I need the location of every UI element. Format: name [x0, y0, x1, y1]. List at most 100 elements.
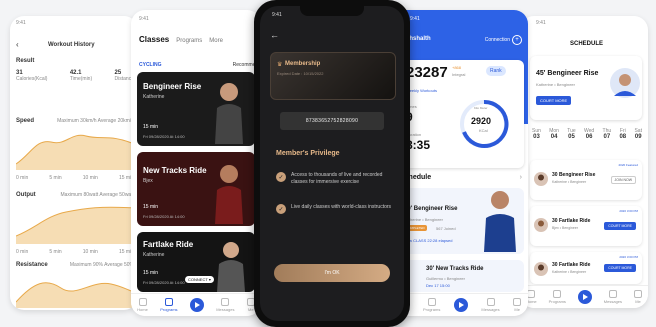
class-title: Bengineer Rise [143, 82, 202, 91]
home-icon [138, 298, 147, 306]
class-date: Fri 09/28/2020 At 14:00 [143, 280, 185, 285]
day-sun[interactable]: Sun 03 [532, 128, 541, 140]
speed-section: Speed Maximum 30km/h Average 20km/h 0 min… [15, 118, 135, 181]
status-time: 9:41 [16, 20, 26, 26]
filter-cycling[interactable]: CYCLING [139, 62, 162, 68]
programs-icon [427, 298, 436, 306]
schedule-item[interactable]: 2020 Featured 30 Bengineer Rise Katherin… [530, 160, 642, 200]
membership-label: Membership [285, 61, 321, 67]
tab-programs[interactable]: Programs [176, 38, 202, 44]
hero-title: 45' Bengineer Rise [536, 70, 599, 77]
privilege-item: ✓ Access to thousands of live and record… [276, 172, 394, 185]
status-time: 9:41 [139, 16, 149, 22]
schedule-card[interactable]: 30' Bengineer Rise Katherine • Bengineer… [400, 188, 524, 254]
back-icon[interactable]: ‹ [16, 40, 19, 49]
privilege-title: Member's Privilege [276, 150, 340, 157]
play-button[interactable] [189, 298, 204, 312]
tab-more[interactable]: More [209, 38, 223, 44]
tab-classes[interactable]: Classes [139, 35, 169, 44]
nav-messages[interactable]: Messages [604, 290, 622, 304]
phone-workout-history: 9:41 ‹ Workout History Result 31 Calories… [10, 16, 138, 310]
hero-card[interactable]: 45' Bengineer Rise Katherine • Bengineer… [530, 56, 642, 120]
schedule-item-title: 30 Fartlake Ride [552, 262, 591, 268]
phone-membership: 9:41 ← ♛ Membership Expired Date : 10/15… [254, 0, 410, 327]
axis-2: 10 min [82, 249, 98, 255]
schedule-item[interactable]: 2020 3:00 PM 30 Fartlake Ride Katherine … [530, 252, 642, 284]
play-button[interactable] [577, 290, 592, 304]
day-fri[interactable]: Fri 08 [619, 128, 626, 140]
nav-me[interactable]: Me [513, 298, 522, 312]
messages-icon [486, 298, 495, 306]
connect-button[interactable]: CONNECT ▾ [185, 276, 214, 283]
rank-badge[interactable]: Rank [486, 66, 506, 76]
stats-panel: 23287 +868 Integral Rank Weekly Workouts… [400, 60, 524, 168]
hero-coach: Katherine • Bengineer [536, 82, 575, 87]
class-tabs: Classes Programs More [139, 35, 223, 44]
kcal-unit: KCal [479, 128, 488, 133]
court-more-button[interactable]: COURT MORE [604, 264, 636, 272]
class-title: Fartlake Ride [143, 240, 194, 249]
back-icon[interactable]: ← [270, 30, 279, 40]
nav-messages[interactable]: Messages [216, 298, 234, 312]
day-tue[interactable]: Tue 05 [567, 128, 575, 140]
court-more-button[interactable]: COURT MORE [536, 96, 572, 105]
day-wed[interactable]: Wed 06 [584, 128, 594, 140]
nav-programs[interactable]: Programs [160, 298, 178, 312]
output-section: Output Maximum 80watt Average 50watt 0 mi… [15, 192, 135, 255]
play-icon [458, 302, 464, 308]
expired-date: Expired Date : 10/15/2022 [277, 71, 324, 76]
speed-chart [15, 134, 135, 170]
status-time: 9:41 [536, 20, 546, 26]
class-card[interactable]: Bengineer Rise Katherine 15 min Fri 09/2… [137, 72, 255, 146]
axis-1: 5 min [49, 249, 62, 255]
schedule-card[interactable]: 30' New Tracks Ride Guillermo • Benginee… [400, 260, 524, 292]
resistance-section: Resistance Maximum 90% Average 50% [15, 262, 135, 310]
status-time: 9:41 [272, 12, 282, 18]
check-icon: ✓ [276, 204, 286, 214]
phone-classes: 9:41 Classes Programs More CYCLING Recom… [131, 10, 261, 316]
integral-label: Integral [452, 72, 466, 77]
day-sat[interactable]: Sat 09 [634, 128, 642, 140]
joined-count: 567 Joined [436, 226, 456, 231]
schedule-card-coach: Guillermo • Bengineer [426, 276, 465, 281]
nav-programs[interactable]: Programs [549, 290, 566, 304]
add-icon: + [512, 35, 522, 45]
coach-avatar [610, 68, 640, 98]
class-card[interactable]: Fartlake Ride Katherine 15 min Fri 09/28… [137, 232, 255, 292]
schedule-card-date: Dec 17 15:00 [426, 283, 450, 288]
schedule-item-date: 2020 3:00 PM [619, 255, 638, 259]
page-title: Workout History [48, 42, 95, 48]
day-thu[interactable]: Thu 07 [603, 128, 612, 140]
result-label: Result [16, 58, 35, 64]
day-mon[interactable]: Mon 04 [549, 128, 559, 140]
schedule-more-icon[interactable]: › [520, 174, 522, 181]
ok-button[interactable]: I'm OK [274, 264, 390, 282]
axis-1: 5 min [49, 175, 62, 181]
phone-schedule: 9:41 SCHEDULE 45' Bengineer Rise Katheri… [520, 16, 648, 308]
page-title: SCHEDULE [570, 41, 604, 47]
crown-icon: ♛ [277, 62, 283, 68]
court-more-button[interactable]: COURT MORE [604, 222, 636, 230]
nav-me[interactable]: Me [633, 290, 642, 304]
class-duration: 15 min [143, 204, 159, 210]
nav-programs[interactable]: Programs [423, 298, 440, 312]
schedule-item-coach: Bjex • Bengineer [552, 226, 578, 230]
connection-button[interactable]: Connection + [485, 35, 522, 45]
nav-messages[interactable]: Messages [481, 298, 500, 312]
schedule-item[interactable]: 2020 3:00 PM 30 Fartlake Ride Bjex • Ben… [530, 206, 642, 246]
play-button[interactable] [453, 298, 468, 312]
join-now-button[interactable]: JOIN NOW [610, 176, 636, 184]
class-card[interactable]: New Tracks Ride Bjex 15 min Fri 09/28/20… [137, 152, 255, 226]
phone-dashboard: 9:41 ahshalth Connection + 23287 +868 In… [392, 10, 528, 316]
axis-0: 0 min [16, 249, 29, 255]
weekly-label: Weekly Workouts [406, 88, 437, 93]
resistance-chart [15, 282, 135, 308]
coach-avatar [534, 262, 548, 276]
me-icon [633, 290, 642, 298]
integral-delta: +868 [452, 65, 462, 70]
nav-home[interactable]: Home [137, 298, 148, 312]
kcal-ring-label: Kilo Meter [474, 106, 488, 110]
kcal-value: 2920 [471, 116, 492, 126]
membership-screen: 9:41 ← ♛ Membership Expired Date : 10/15… [260, 6, 404, 321]
schedule-item-coach: Katherine • Bengineer [552, 180, 587, 184]
